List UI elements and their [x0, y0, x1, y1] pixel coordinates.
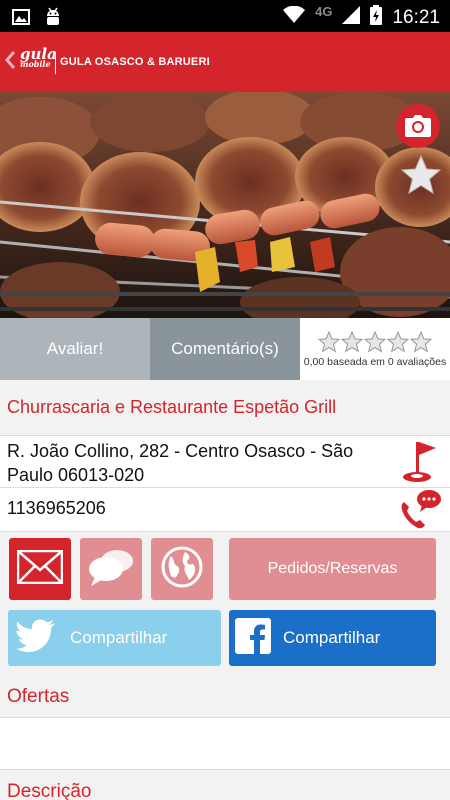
android-icon: [44, 7, 62, 32]
chat-button[interactable]: [80, 538, 142, 600]
phone-number: 1136965206: [7, 498, 106, 518]
star-icon: [400, 154, 442, 196]
description-section-header: Descrição: [0, 770, 450, 800]
battery-charging-icon: [370, 5, 383, 30]
grilled-meat-image: [0, 92, 450, 318]
offers-content: [0, 718, 450, 770]
globe-icon: [161, 546, 203, 593]
twitter-share-button[interactable]: Compartilhar: [8, 610, 221, 666]
gula-logo[interactable]: gula mobile: [20, 47, 57, 69]
rating-star-icon: [318, 330, 340, 353]
address-text: R. João Collino, 282 - Centro Osasco - S…: [7, 441, 354, 485]
chat-bubbles-icon: [87, 547, 135, 592]
rating-star-icon: [341, 330, 363, 353]
clock: 16:21: [392, 6, 440, 28]
wifi-icon: [283, 5, 306, 29]
action-row: Avaliar! Comentário(s) 0,00 baseada em 0…: [0, 318, 450, 380]
facebook-share-label: Compartilhar: [283, 628, 381, 647]
network-type: 4G: [315, 4, 333, 19]
image-icon: [12, 9, 30, 30]
back-chevron-icon[interactable]: [4, 50, 16, 75]
rate-button[interactable]: Avaliar!: [0, 318, 150, 380]
comments-button[interactable]: Comentário(s): [150, 318, 300, 380]
logo-divider: [55, 52, 56, 74]
signal-icon: [342, 6, 361, 29]
rating-star-icon: [387, 330, 409, 353]
restaurant-photo: [0, 92, 450, 318]
twitter-bird-icon: [8, 619, 70, 658]
rating-star-icon: [410, 330, 432, 353]
status-bar: 4G 16:21: [0, 0, 450, 32]
offers-title: Ofertas: [7, 686, 70, 707]
favorite-button[interactable]: [400, 154, 442, 196]
camera-icon: [405, 115, 431, 137]
camera-button[interactable]: [396, 104, 440, 148]
address-row[interactable]: R. João Collino, 282 - Centro Osasco - S…: [0, 436, 450, 488]
restaurant-name-row: Churrascaria e Restaurante Espetão Grill: [0, 380, 450, 436]
envelope-icon: [16, 549, 64, 589]
website-button[interactable]: [151, 538, 213, 600]
offers-section-header: Ofertas: [0, 678, 450, 718]
orders-reservations-button[interactable]: Pedidos/Reservas: [229, 538, 436, 600]
facebook-icon: [229, 617, 283, 659]
contact-buttons: Pedidos/Reservas Compartilhar Compartilh…: [0, 532, 450, 678]
app-bar: gula mobile GULA OSASCO & BARUERI: [0, 32, 450, 92]
facebook-share-button[interactable]: Compartilhar: [229, 610, 436, 666]
rating-text: 0,00 baseada em 0 avaliações: [303, 355, 447, 368]
app-title: GULA OSASCO & BARUERI: [60, 56, 210, 68]
phone-row[interactable]: 1136965206: [0, 488, 450, 532]
restaurant-name: Churrascaria e Restaurante Espetão Grill: [7, 397, 337, 417]
description-title: Descrição: [7, 781, 92, 800]
rating-stars: [318, 330, 432, 353]
email-button[interactable]: [9, 538, 71, 600]
map-flag-icon[interactable]: [402, 440, 438, 489]
phone-chat-icon[interactable]: [398, 488, 442, 537]
rating-star-icon: [364, 330, 386, 353]
rating-summary: 0,00 baseada em 0 avaliações: [300, 318, 450, 380]
twitter-share-label: Compartilhar: [70, 628, 168, 647]
